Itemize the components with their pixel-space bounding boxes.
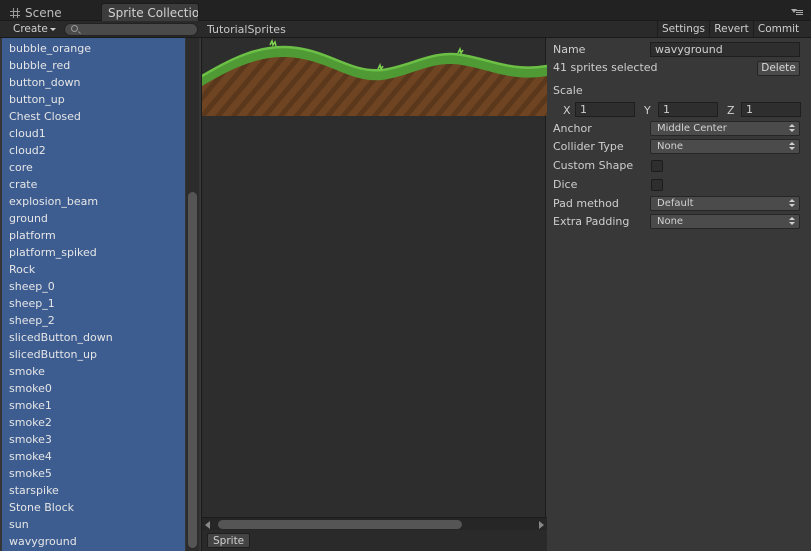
extra-padding-value: None: [657, 216, 684, 227]
sprite-list[interactable]: bubble_orange bubble_red button_down button…: [2, 38, 185, 551]
sprite-list-item[interactable]: core: [2, 159, 185, 176]
collider-type-value: None: [657, 141, 684, 152]
name-label: Name: [553, 43, 586, 56]
sprite-list-item[interactable]: smoke4: [2, 448, 185, 465]
dropdown-arrows-icon: [789, 142, 795, 152]
preview-footer: Sprite: [202, 530, 547, 551]
scroll-left-icon[interactable]: [205, 521, 210, 529]
tab-sprite-collection[interactable]: Sprite Collectio: [101, 3, 199, 22]
search-icon: [71, 25, 78, 32]
dropdown-arrows-icon: [789, 217, 795, 227]
sprite-list-item[interactable]: wavyground: [2, 533, 185, 550]
sprite-list-item[interactable]: starspike: [2, 482, 185, 499]
tab-scene-label: Scene: [25, 6, 62, 20]
sprite-preview: Sprite: [201, 38, 547, 551]
sprite-mode-button[interactable]: Sprite: [207, 533, 251, 548]
horizontal-scrollbar-thumb[interactable]: [218, 520, 462, 529]
custom-shape-checkbox[interactable]: [651, 160, 663, 172]
scroll-right-icon[interactable]: [539, 521, 544, 529]
sprite-list-item[interactable]: button_down: [2, 74, 185, 91]
sprite-list-item[interactable]: Stone Block: [2, 499, 185, 516]
settings-button[interactable]: Settings: [657, 21, 709, 38]
search-input[interactable]: [64, 23, 198, 36]
dropdown-arrows-icon: [789, 124, 795, 134]
scale-z-field[interactable]: 1: [741, 102, 801, 117]
revert-button[interactable]: Revert: [709, 21, 753, 38]
sprite-list-item[interactable]: slicedButton_down: [2, 329, 185, 346]
scale-label: Scale: [553, 84, 583, 97]
scale-z-label: Z: [727, 104, 735, 117]
sprite-list-item[interactable]: crate: [2, 176, 185, 193]
extra-padding-label: Extra Padding: [553, 215, 630, 228]
dice-checkbox[interactable]: [651, 179, 663, 191]
sprite-list-item[interactable]: Chest Closed: [2, 108, 185, 125]
collider-type-dropdown[interactable]: None: [650, 139, 800, 154]
grid-icon: [10, 8, 20, 18]
sprite-list-item[interactable]: sun: [2, 516, 185, 533]
anchor-value: Middle Center: [657, 123, 727, 134]
sprite-list-item[interactable]: sheep_0: [2, 278, 185, 295]
sprite-list-item[interactable]: sheep_2: [2, 312, 185, 329]
scale-x-field[interactable]: 1: [575, 102, 635, 117]
collection-name: TutorialSprites: [207, 23, 286, 36]
sprite-list-item[interactable]: explosion_beam: [2, 193, 185, 210]
collider-type-label: Collider Type: [553, 140, 624, 153]
panel-menu-icon[interactable]: [791, 9, 803, 17]
pad-method-dropdown[interactable]: Default: [650, 196, 800, 211]
sprite-list-item[interactable]: cloud2: [2, 142, 185, 159]
tab-scene[interactable]: Scene: [4, 4, 94, 22]
sprite-list-item[interactable]: smoke2: [2, 414, 185, 431]
tab-sprite-collection-label: Sprite Collectio: [108, 6, 199, 20]
chevron-down-icon: [50, 28, 56, 31]
sprite-list-item[interactable]: smoke1: [2, 397, 185, 414]
sprite-list-item[interactable]: smoke: [2, 363, 185, 380]
scale-x-label: X: [563, 104, 571, 117]
sprite-list-item[interactable]: smoke5: [2, 465, 185, 482]
sprite-list-item[interactable]: bubble_orange: [2, 40, 185, 57]
vertical-scrollbar[interactable]: [186, 38, 199, 551]
sprite-list-item[interactable]: slicedButton_up: [2, 346, 185, 363]
pad-method-label: Pad method: [553, 197, 619, 210]
anchor-dropdown[interactable]: Middle Center: [650, 121, 800, 136]
sprite-list-item[interactable]: cloud1: [2, 125, 185, 142]
scale-y-field[interactable]: 1: [658, 102, 718, 117]
tab-bar: Scene Sprite Collectio: [0, 0, 811, 22]
commit-button[interactable]: Commit: [753, 21, 803, 38]
toolbar: Create TutorialSprites Settings Revert C…: [0, 21, 811, 38]
scale-y-label: Y: [644, 104, 651, 117]
sprite-list-item[interactable]: smoke3: [2, 431, 185, 448]
selection-count: 41 sprites selected: [553, 61, 658, 74]
sprite-list-pane: bubble_orange bubble_red button_down button…: [0, 38, 200, 551]
sprite-list-item[interactable]: Rock: [2, 261, 185, 278]
create-button-label: Create: [13, 23, 48, 35]
dice-label: Dice: [553, 178, 578, 191]
extra-padding-dropdown[interactable]: None: [650, 214, 800, 229]
sprite-list-item[interactable]: platform_spiked: [2, 244, 185, 261]
sprite-inspector: Name wavyground 41 sprites selected Dele…: [547, 38, 811, 551]
horizontal-scrollbar[interactable]: [202, 517, 547, 530]
wavyground-preview-image: [202, 38, 547, 116]
sprite-list-item[interactable]: ground: [2, 210, 185, 227]
sprite-list-item[interactable]: bubble_red: [2, 57, 185, 74]
sprite-list-item[interactable]: sheep_1: [2, 295, 185, 312]
pad-method-value: Default: [657, 198, 694, 209]
custom-shape-label: Custom Shape: [553, 159, 634, 172]
sprite-list-item[interactable]: button_up: [2, 91, 185, 108]
anchor-label: Anchor: [553, 122, 592, 135]
dropdown-arrows-icon: [789, 199, 795, 209]
name-field[interactable]: wavyground: [650, 42, 800, 57]
vertical-scrollbar-thumb[interactable]: [188, 192, 197, 548]
delete-button[interactable]: Delete: [757, 61, 800, 76]
sprite-list-item[interactable]: platform: [2, 227, 185, 244]
create-button[interactable]: Create: [6, 22, 60, 37]
sprite-list-item[interactable]: smoke0: [2, 380, 185, 397]
